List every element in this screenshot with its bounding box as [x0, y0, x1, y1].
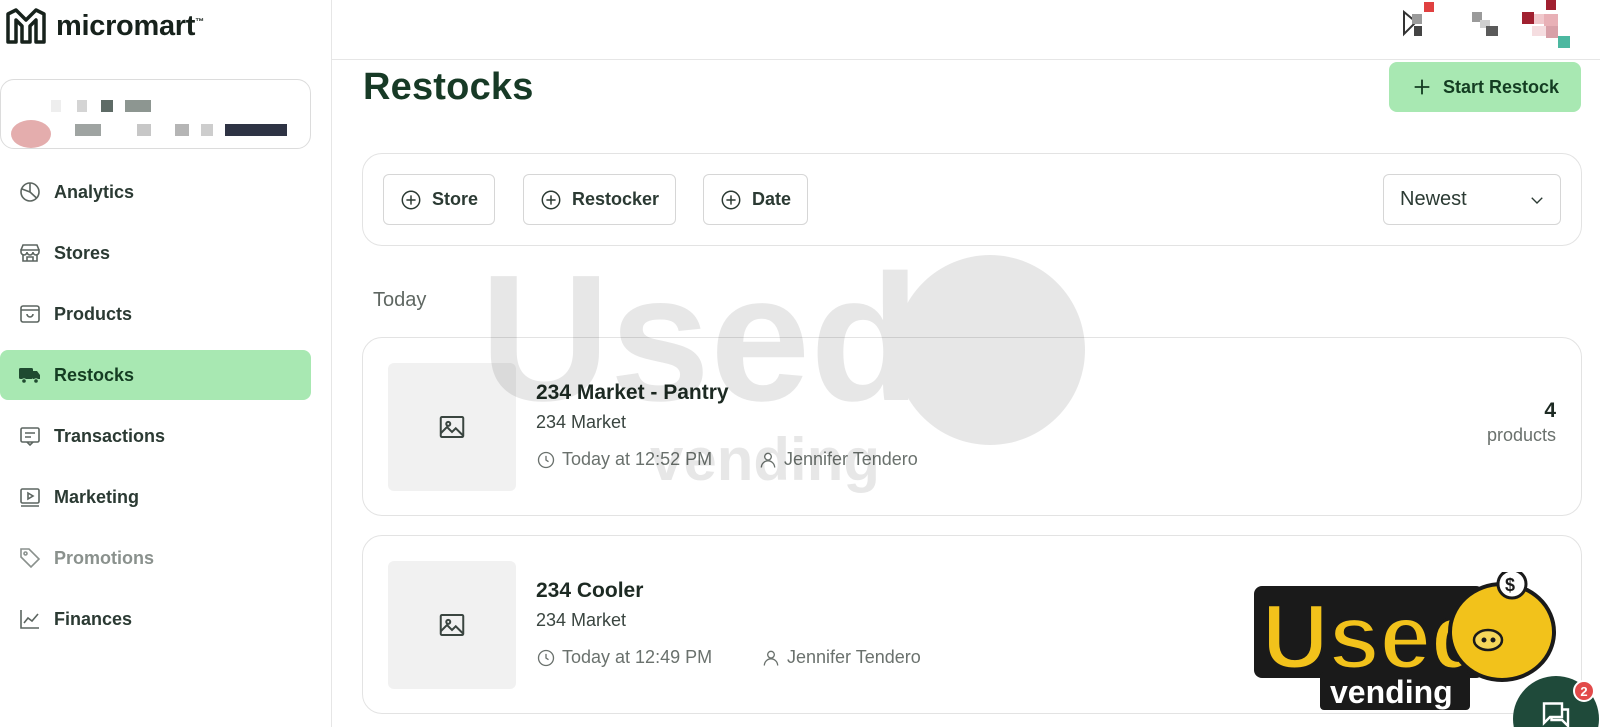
brand-name: micromart — [56, 9, 196, 42]
restock-thumbnail — [388, 561, 516, 689]
avatar[interactable] — [1522, 0, 1572, 50]
sidebar-item-label: Products — [54, 303, 133, 324]
chevron-down-icon — [1531, 196, 1543, 204]
sidebar-item-promotions[interactable]: Promotions — [0, 533, 311, 583]
restock-time: Today at 12:49 PM — [562, 647, 713, 667]
filter-label: Restocker — [572, 189, 660, 209]
sidebar-item-marketing[interactable]: Marketing — [0, 472, 311, 522]
filter-label: Date — [752, 189, 792, 209]
restock-title: 234 Cooler — [536, 579, 644, 602]
filter-label: Store — [432, 189, 479, 209]
restock-card[interactable]: 234 Market - Pantry 234 Market Today at … — [362, 337, 1582, 516]
page-title: Restocks — [363, 66, 534, 108]
clock-icon — [537, 649, 555, 666]
sort-select[interactable]: Newest — [1383, 174, 1561, 225]
user-icon — [760, 452, 776, 468]
filter-restocker-button[interactable]: Restocker — [523, 174, 677, 225]
brand-logo[interactable]: micromart™ — [4, 6, 204, 46]
product-count: 4 products — [1487, 399, 1556, 446]
plus-circle-icon — [401, 190, 421, 209]
sidebar-item-analytics[interactable]: Analytics — [0, 167, 311, 217]
filter-store-button[interactable]: Store — [383, 174, 496, 225]
user-icon — [763, 650, 779, 666]
micromart-logo-icon — [6, 8, 46, 44]
sidebar-item-label: Restocks — [54, 364, 135, 385]
plus-icon — [1414, 79, 1430, 95]
restock-meta: Today at 12:52 PM Jennifer Tendero — [536, 449, 918, 470]
sidebar-item-products[interactable]: Products — [0, 289, 311, 339]
sidebar: micromart™ Analytics Stores Products Res… — [0, 0, 332, 727]
storefront-icon — [20, 244, 40, 262]
sidebar-item-stores[interactable]: Stores — [0, 228, 311, 278]
line-chart-icon — [20, 610, 39, 629]
sidebar-item-transactions[interactable]: Transactions — [0, 411, 311, 461]
section-heading: Today — [373, 289, 427, 311]
sidebar-item-finances[interactable]: Finances — [0, 594, 311, 644]
truck-icon — [19, 368, 40, 384]
sidebar-item-restocks[interactable]: Restocks — [0, 350, 311, 400]
restock-store: 234 Market — [536, 412, 627, 432]
restock-store: 234 Market — [536, 610, 627, 630]
plus-circle-icon — [541, 190, 561, 209]
top-bar — [332, 0, 1600, 60]
image-placeholder-icon — [439, 614, 465, 636]
sidebar-item-label: Promotions — [54, 547, 155, 568]
product-count-label: products — [1486, 425, 1556, 445]
plus-circle-icon — [721, 190, 741, 209]
restock-card[interactable]: 234 Cooler 234 Market Today at 12:49 PM … — [362, 535, 1582, 714]
play-screen-icon — [20, 488, 40, 507]
image-placeholder-icon — [439, 416, 465, 438]
sort-value: Newest — [1400, 188, 1467, 210]
product-box-icon — [20, 305, 40, 323]
restock-restocker: Jennifer Tendero — [787, 647, 921, 667]
pie-chart-icon — [20, 182, 40, 202]
clock-icon — [537, 451, 555, 468]
product-count-number: 4 — [1544, 399, 1556, 422]
sidebar-item-label: Analytics — [54, 181, 135, 202]
sidebar-item-label: Finances — [54, 608, 133, 629]
chat-unread-badge: 2 — [1573, 680, 1595, 702]
notification-icon[interactable] — [1400, 2, 1440, 38]
restock-thumbnail — [388, 363, 516, 491]
sidebar-item-label: Stores — [54, 242, 111, 263]
restock-restocker: Jennifer Tendero — [784, 449, 918, 469]
start-restock-button[interactable]: Start Restock — [1389, 62, 1581, 112]
restock-time: Today at 12:52 PM — [562, 449, 713, 469]
help-icon[interactable] — [1472, 10, 1504, 38]
receipt-icon — [20, 427, 40, 447]
restock-meta: Today at 12:49 PM Jennifer Tendero — [536, 647, 921, 668]
sidebar-item-label: Transactions — [54, 425, 166, 446]
restock-title: 234 Market - Pantry — [536, 381, 729, 404]
start-restock-label: Start Restock — [1442, 76, 1560, 97]
filter-bar: Store Restocker Date Newest — [362, 153, 1582, 246]
tag-icon — [20, 548, 41, 569]
sidebar-item-label: Marketing — [54, 486, 140, 507]
chat-bubble-icon — [1542, 702, 1570, 727]
brand-trademark: ™ — [195, 15, 204, 26]
filter-date-button[interactable]: Date — [703, 174, 809, 225]
account-switcher[interactable] — [0, 79, 311, 149]
